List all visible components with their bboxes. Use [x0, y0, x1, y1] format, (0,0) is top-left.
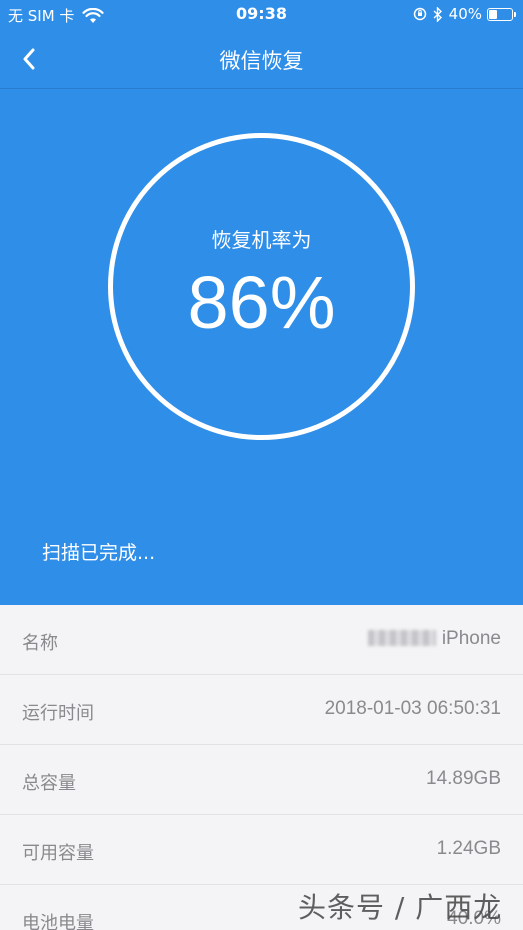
info-value: 14.89GB: [426, 768, 501, 789]
info-label: 名称: [22, 633, 58, 654]
info-label: 总容量: [22, 773, 76, 794]
watermark: 头条号 / 广西龙网: [298, 891, 503, 924]
nav-bar: 微信恢复: [0, 30, 523, 88]
info-row-name: 名称 iPhone: [0, 605, 523, 675]
info-row-free-capacity: 可用容量 1.24GB: [0, 815, 523, 885]
recovery-rate-ring: 恢复机率为 86%: [108, 133, 415, 440]
recovery-rate-label: 恢复机率为: [211, 228, 312, 252]
info-value: 1.24GB: [436, 838, 501, 859]
nav-divider: [0, 88, 523, 89]
battery-fill: [489, 9, 498, 19]
info-row-uptime: 运行时间 2018-01-03 06:50:31: [0, 675, 523, 745]
status-bar: 无 SIM 卡 09:38 40%: [0, 0, 523, 30]
info-value: 2018-01-03 06:50:31: [324, 698, 501, 719]
info-value: iPhone: [367, 628, 501, 650]
scan-status-text: 扫描已完成...: [42, 542, 156, 564]
page-title: 微信恢复: [219, 49, 304, 73]
device-model: iPhone: [441, 628, 501, 649]
info-label: 运行时间: [22, 703, 94, 724]
bluetooth-icon: [433, 6, 442, 22]
status-right: 40%: [413, 5, 516, 23]
header-panel: 无 SIM 卡 09:38 40% 微信恢复 恢复机率为 86% 扫描已完成..…: [0, 0, 523, 605]
info-label: 可用容量: [22, 843, 94, 864]
device-info-list: 名称 iPhone 运行时间 2018-01-03 06:50:31 总容量 1…: [0, 605, 523, 930]
info-row-total-capacity: 总容量 14.89GB: [0, 745, 523, 815]
battery-icon: [487, 7, 516, 21]
recovery-rate-value: 86%: [187, 261, 336, 344]
info-label: 电池电量: [22, 913, 94, 930]
orientation-lock-icon: [413, 7, 426, 21]
redacted-device-name: [367, 630, 436, 646]
battery-percent: 40%: [448, 5, 482, 23]
